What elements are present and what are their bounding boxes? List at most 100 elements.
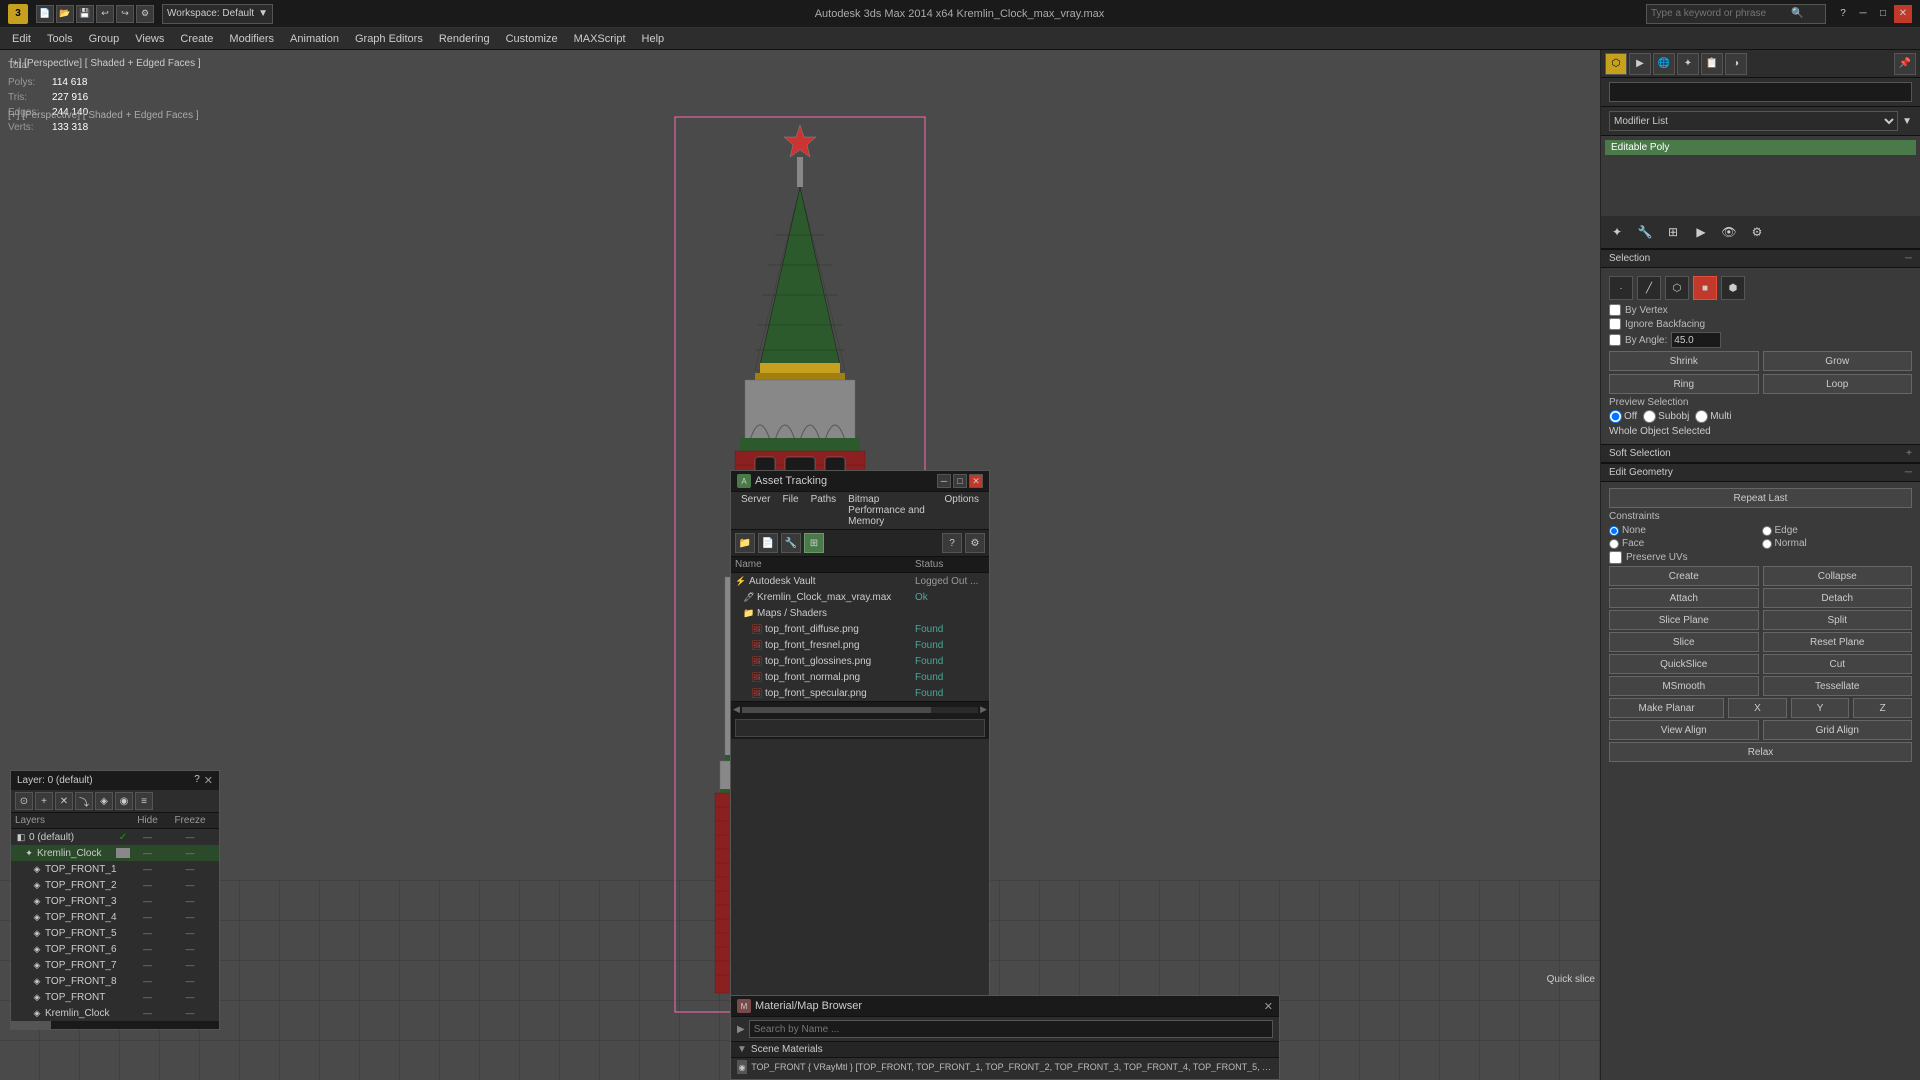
asset-row-vault[interactable]: ⚡ Autodesk Vault Logged Out ... xyxy=(731,573,989,589)
polygon-select-icon[interactable]: ■ xyxy=(1693,276,1717,300)
active-shade-icon[interactable]: ◑ xyxy=(1725,53,1747,75)
menu-create[interactable]: Create xyxy=(172,28,221,50)
layer-item-top-front-3[interactable]: ◈ TOP_FRONT_3 — — xyxy=(11,893,219,909)
environment-icon[interactable]: 🌐 xyxy=(1653,53,1675,75)
border-select-icon[interactable]: ⬡ xyxy=(1665,276,1689,300)
constraint-none[interactable]: None xyxy=(1609,525,1760,536)
menu-rendering[interactable]: Rendering xyxy=(431,28,498,50)
layer-properties-icon[interactable]: ≡ xyxy=(135,792,153,810)
effects-icon[interactable]: ✦ xyxy=(1677,53,1699,75)
redo-icon[interactable]: ↪ xyxy=(116,5,134,23)
open-icon[interactable]: 📂 xyxy=(56,5,74,23)
modify-mode-icon[interactable]: 🔧 xyxy=(1633,220,1657,244)
display-mode-icon[interactable]: 👁 xyxy=(1717,220,1741,244)
relax-button[interactable]: Relax xyxy=(1609,742,1912,762)
msmooth-button[interactable]: MSmooth xyxy=(1609,676,1759,696)
asset-path-input[interactable] xyxy=(735,719,985,737)
collapse-button[interactable]: Collapse xyxy=(1763,566,1913,586)
ring-button[interactable]: Ring xyxy=(1609,374,1759,394)
asset-row-specular[interactable]: 🖼 top_front_specular.png Found xyxy=(731,685,989,701)
asset-toolbar-icon-4-active[interactable]: ⊞ xyxy=(804,533,824,553)
asset-scroll-left[interactable]: ◀ xyxy=(733,704,740,715)
menu-animation[interactable]: Animation xyxy=(282,28,347,50)
layer-panel-header[interactable]: Layer: 0 (default) ? ✕ xyxy=(11,771,219,790)
asset-row-maps-folder[interactable]: 📁 Maps / Shaders xyxy=(731,605,989,621)
by-angle-checkbox[interactable] xyxy=(1609,334,1621,346)
layer-set-current-icon[interactable]: ⊙ xyxy=(15,792,33,810)
asset-minimize-button[interactable]: ─ xyxy=(937,474,951,488)
asset-toolbar-help[interactable]: ? xyxy=(942,533,962,553)
asset-menu-options[interactable]: Options xyxy=(939,492,985,529)
maximize-button[interactable]: □ xyxy=(1874,5,1892,23)
selection-section-header[interactable]: Selection ─ xyxy=(1601,249,1920,268)
menu-maxscript[interactable]: MAXScript xyxy=(566,28,634,50)
layer-highlight-icon[interactable]: ◉ xyxy=(115,792,133,810)
soft-selection-header[interactable]: Soft Selection + xyxy=(1601,444,1920,463)
vertex-select-icon[interactable]: · xyxy=(1609,276,1633,300)
menu-customize[interactable]: Customize xyxy=(498,28,566,50)
layer-delete-icon[interactable]: ✕ xyxy=(55,792,73,810)
asset-row-max-file[interactable]: 🖊 Kremlin_Clock_max_vray.max Ok xyxy=(731,589,989,605)
shrink-button[interactable]: Shrink xyxy=(1609,351,1759,371)
repeat-last-button[interactable]: Repeat Last xyxy=(1609,488,1912,508)
asset-menu-server[interactable]: Server xyxy=(735,492,776,529)
menu-help[interactable]: Help xyxy=(634,28,673,50)
settings-icon[interactable]: ⚙ xyxy=(136,5,154,23)
layer-help-icon[interactable]: ? xyxy=(194,774,200,787)
render-setup-icon[interactable]: ⬡ xyxy=(1605,53,1627,75)
asset-row-normal[interactable]: 🖼 top_front_normal.png Found xyxy=(731,669,989,685)
y-button[interactable]: Y xyxy=(1791,698,1850,718)
help-icon[interactable]: ? xyxy=(1834,5,1852,23)
constraint-face-radio[interactable] xyxy=(1609,539,1619,549)
slice-button[interactable]: Slice xyxy=(1609,632,1759,652)
preview-off-option[interactable]: Off xyxy=(1609,410,1637,423)
asset-toolbar-settings[interactable]: ⚙ xyxy=(965,533,985,553)
edit-geometry-header[interactable]: Edit Geometry ─ xyxy=(1601,463,1920,482)
asset-menu-file[interactable]: File xyxy=(776,492,804,529)
view-align-button[interactable]: View Align xyxy=(1609,720,1759,740)
loop-button[interactable]: Loop xyxy=(1763,374,1913,394)
menu-edit[interactable]: Edit xyxy=(4,28,39,50)
layer-item-top-front-5[interactable]: ◈ TOP_FRONT_5 — — xyxy=(11,925,219,941)
editable-poly-modifier[interactable]: Editable Poly xyxy=(1605,140,1916,155)
asset-toolbar-icon-2[interactable]: 📄 xyxy=(758,533,778,553)
layer-item-top-front[interactable]: ◈ TOP_FRONT — — xyxy=(11,989,219,1005)
create-mode-icon[interactable]: ✦ xyxy=(1605,220,1629,244)
reset-plane-button[interactable]: Reset Plane xyxy=(1763,632,1913,652)
utilities-mode-icon[interactable]: ⚙ xyxy=(1745,220,1769,244)
layer-item-top-front-1[interactable]: ◈ TOP_FRONT_1 — — xyxy=(11,861,219,877)
layer-item-top-front-7[interactable]: ◈ TOP_FRONT_7 — — xyxy=(11,957,219,973)
asset-close-button[interactable]: ✕ xyxy=(969,474,983,488)
ignore-backfacing-checkbox[interactable] xyxy=(1609,318,1621,330)
layer-item-top-front-4[interactable]: ◈ TOP_FRONT_4 — — xyxy=(11,909,219,925)
scene-materials-header[interactable]: ▼ Scene Materials xyxy=(731,1042,1279,1058)
menu-group[interactable]: Group xyxy=(81,28,128,50)
asset-menu-bitmap[interactable]: Bitmap Performance and Memory xyxy=(842,492,938,529)
hierarchy-mode-icon[interactable]: ⊞ xyxy=(1661,220,1685,244)
layer-scrollbar[interactable] xyxy=(11,1021,219,1029)
layer-item-0-default[interactable]: ◧ 0 (default) ✓ — — xyxy=(11,829,219,845)
cut-button[interactable]: Cut xyxy=(1763,654,1913,674)
search-collapse-icon[interactable]: ▶ xyxy=(737,1024,745,1035)
x-button[interactable]: X xyxy=(1728,698,1787,718)
by-angle-value[interactable] xyxy=(1671,332,1721,348)
split-button[interactable]: Split xyxy=(1763,610,1913,630)
menu-tools[interactable]: Tools xyxy=(39,28,81,50)
asset-toolbar-icon-1[interactable]: 📁 xyxy=(735,533,755,553)
constraint-normal-radio[interactable] xyxy=(1762,539,1772,549)
asset-menu-paths[interactable]: Paths xyxy=(805,492,843,529)
asset-scroll-right[interactable]: ▶ xyxy=(980,704,987,715)
layer-add-selected-icon[interactable]: ⤵ xyxy=(75,792,93,810)
by-vertex-checkbox[interactable] xyxy=(1609,304,1621,316)
layer-new-icon[interactable]: + xyxy=(35,792,53,810)
detach-button[interactable]: Detach xyxy=(1763,588,1913,608)
asset-restore-button[interactable]: □ xyxy=(953,474,967,488)
search-input[interactable] xyxy=(1651,8,1791,19)
layer-item-top-front-8[interactable]: ◈ TOP_FRONT_8 — — xyxy=(11,973,219,989)
layer-item-kremlin-clock-2[interactable]: ◈ Kremlin_Clock — — xyxy=(11,1005,219,1021)
asset-row-diffuse[interactable]: 🖼 top_front_diffuse.png Found xyxy=(731,621,989,637)
attach-button[interactable]: Attach xyxy=(1609,588,1759,608)
preserve-uvs-checkbox[interactable] xyxy=(1609,551,1622,564)
edge-select-icon[interactable]: ╱ xyxy=(1637,276,1661,300)
constraint-edge[interactable]: Edge xyxy=(1762,525,1913,536)
